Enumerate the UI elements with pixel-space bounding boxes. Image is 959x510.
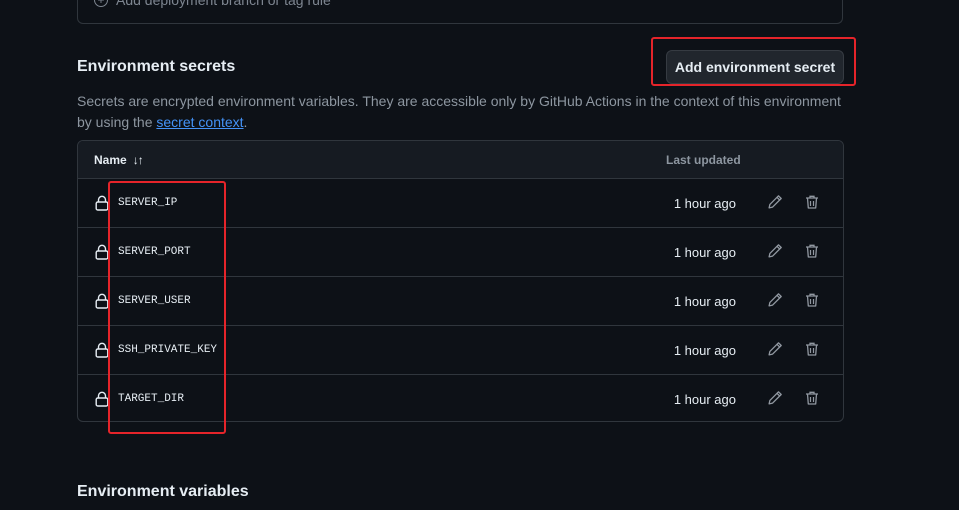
pencil-icon[interactable] — [767, 390, 783, 406]
trash-icon[interactable] — [804, 194, 820, 210]
secrets-description: Secrets are encrypted environment variab… — [77, 91, 847, 133]
trash-icon[interactable] — [804, 390, 820, 406]
plus-circle-icon: + — [94, 0, 108, 7]
secret-name: SSH_PRIVATE_KEY — [118, 344, 218, 356]
lock-icon — [95, 293, 109, 309]
lock-icon — [95, 342, 109, 358]
deployment-rules-box: + Add deployment branch or tag rule — [77, 0, 843, 24]
add-deployment-rule-link[interactable]: + Add deployment branch or tag rule — [94, 0, 331, 8]
last-updated-value: 1 hour ago — [673, 392, 736, 407]
secrets-section-title: Environment secrets — [77, 58, 236, 75]
trash-icon[interactable] — [804, 341, 820, 357]
environment-settings-page: + Add deployment branch or tag rule Envi… — [0, 0, 959, 510]
secret-name: SERVER_USER — [118, 295, 191, 307]
secrets-table: Name ↓↑ Last updated SERVER_IP 1 hour ago… — [77, 140, 844, 422]
trash-icon[interactable] — [804, 243, 820, 259]
secret-name: SERVER_PORT — [118, 246, 191, 258]
last-updated-value: 1 hour ago — [673, 294, 736, 309]
table-row: SSH_PRIVATE_KEY 1 hour ago — [78, 326, 843, 375]
table-row: TARGET_DIR 1 hour ago — [78, 375, 843, 421]
last-updated-value: 1 hour ago — [673, 245, 736, 260]
name-header-label: Name — [94, 153, 127, 167]
table-row: SERVER_USER 1 hour ago — [78, 277, 843, 326]
pencil-icon[interactable] — [767, 194, 783, 210]
variables-section-title: Environment variables — [77, 483, 249, 500]
lock-icon — [95, 244, 109, 260]
add-environment-secret-button[interactable]: Add environment secret — [666, 50, 844, 84]
pencil-icon[interactable] — [767, 341, 783, 357]
lock-icon — [95, 195, 109, 211]
last-updated-value: 1 hour ago — [673, 343, 736, 358]
table-row: SERVER_IP 1 hour ago — [78, 179, 843, 228]
secret-name: SERVER_IP — [118, 197, 178, 209]
secrets-table-header: Name ↓↑ Last updated — [78, 141, 843, 179]
table-row: SERVER_PORT 1 hour ago — [78, 228, 843, 277]
last-updated-header: Last updated — [666, 153, 741, 167]
name-column-header[interactable]: Name ↓↑ — [94, 153, 144, 167]
sort-icon[interactable]: ↓↑ — [133, 153, 144, 167]
last-updated-value: 1 hour ago — [673, 196, 736, 211]
secrets-description-end: . — [243, 114, 248, 130]
secret-name: TARGET_DIR — [118, 393, 185, 405]
trash-icon[interactable] — [804, 292, 820, 308]
pencil-icon[interactable] — [767, 243, 783, 259]
pencil-icon[interactable] — [767, 292, 783, 308]
add-deployment-rule-label: Add deployment branch or tag rule — [116, 0, 331, 8]
secret-context-link[interactable]: secret context — [156, 114, 243, 130]
lock-icon — [95, 391, 109, 407]
